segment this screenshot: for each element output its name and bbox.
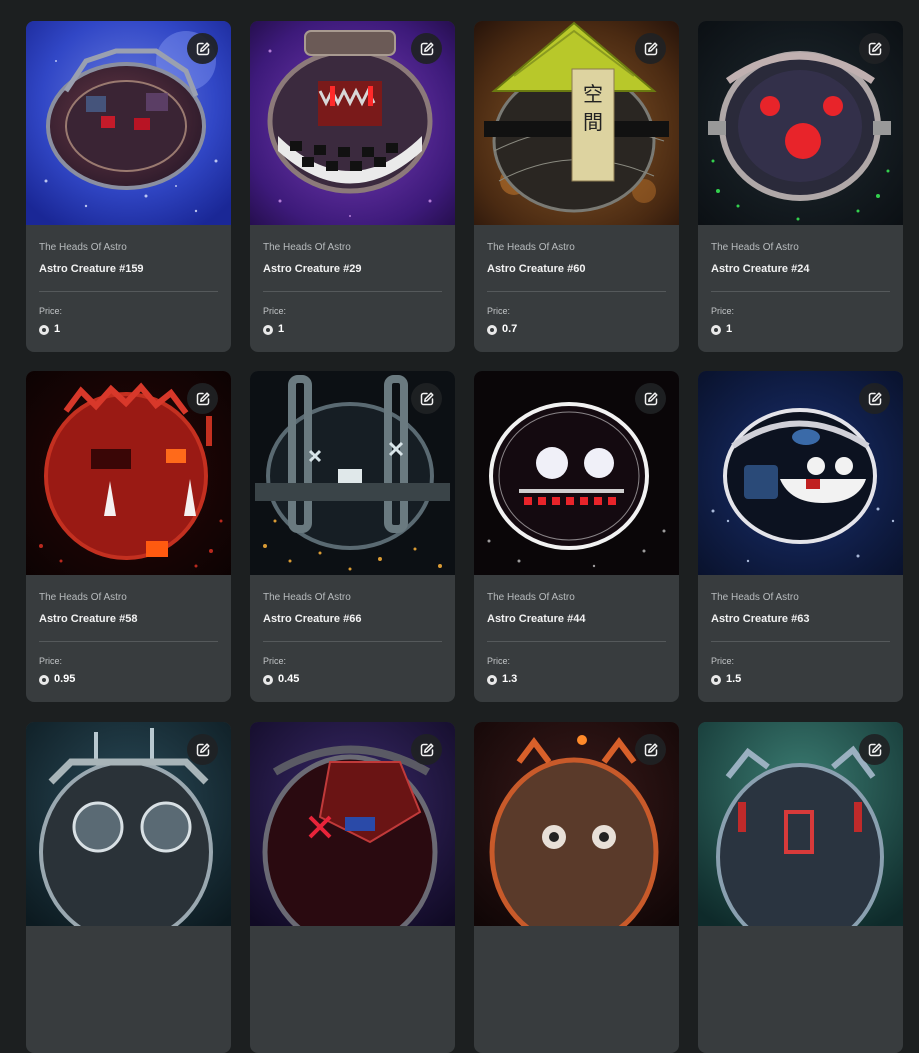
price-label: Price: [711,656,735,666]
coin-icon [711,674,721,685]
nft-title[interactable]: Astro Creature #63 [711,613,890,626]
price-value: 1.3 [502,673,518,685]
price-value: 0.45 [278,673,300,685]
price-value: 0.7 [502,323,518,335]
edit-button[interactable] [859,383,890,414]
price-value: 1 [54,323,61,335]
edit-button[interactable] [187,734,218,765]
collection-name: The Heads Of Astro [711,242,799,253]
edit-button[interactable] [187,33,218,64]
nft-card[interactable] [474,722,679,1053]
nft-card[interactable]: The Heads Of Astro Astro Creature #66 Pr… [250,371,455,702]
coin-icon [39,674,49,685]
divider [711,641,890,642]
edit-icon [196,742,210,756]
edit-button[interactable] [859,33,890,64]
price-label: Price: [711,306,735,316]
nft-card[interactable]: The Heads Of Astro Astro Creature #159 P… [26,21,231,352]
price: 0.7 [487,323,666,336]
nft-card[interactable]: The Heads Of Astro Astro Creature #44 Pr… [474,371,679,702]
coin-icon [263,674,273,685]
edit-button[interactable] [635,33,666,64]
divider [263,291,442,292]
nft-grid: The Heads Of Astro Astro Creature #159 P… [0,0,919,1053]
collection-name: The Heads Of Astro [39,242,127,253]
nft-title[interactable]: Astro Creature #66 [263,613,442,626]
collection-name: The Heads Of Astro [39,592,127,603]
price: 1.5 [711,673,890,686]
nft-card[interactable] [698,722,903,1053]
coin-icon [711,324,721,335]
price-label: Price: [39,306,63,316]
edit-button[interactable] [411,734,442,765]
edit-button[interactable] [187,383,218,414]
divider [487,641,666,642]
divider [263,641,442,642]
nft-card[interactable] [250,722,455,1053]
nft-card[interactable]: The Heads Of Astro Astro Creature #29 Pr… [250,21,455,352]
nft-card[interactable]: The Heads Of Astro Astro Creature #24 Pr… [698,21,903,352]
edit-icon [644,742,658,756]
price: 1 [711,323,890,336]
edit-icon [420,391,434,405]
price-value: 1.5 [726,673,742,685]
edit-icon [196,41,210,55]
divider [711,291,890,292]
price-label: Price: [263,306,287,316]
collection-name: The Heads Of Astro [487,242,575,253]
coin-icon [263,324,273,335]
coin-icon [39,324,49,335]
price-value: 1 [726,323,733,335]
collection-name: The Heads Of Astro [263,592,351,603]
nft-card[interactable]: The Heads Of Astro Astro Creature #58 Pr… [26,371,231,702]
divider [39,641,218,642]
edit-button[interactable] [859,734,890,765]
price-label: Price: [263,656,287,666]
nft-title[interactable]: Astro Creature #60 [487,263,666,276]
collection-name: The Heads Of Astro [263,242,351,253]
edit-button[interactable] [411,33,442,64]
edit-icon [644,391,658,405]
price: 1 [39,323,218,336]
price-value: 1 [278,323,285,335]
price-label: Price: [487,656,511,666]
price: 0.95 [39,673,218,686]
divider [487,291,666,292]
nft-title[interactable]: Astro Creature #24 [711,263,890,276]
nft-title[interactable]: Astro Creature #44 [487,613,666,626]
price-value: 0.95 [54,673,76,685]
edit-icon [196,391,210,405]
svg-text:間: 間 [583,110,603,134]
price-label: Price: [39,656,63,666]
edit-icon [868,41,882,55]
price-label: Price: [487,306,511,316]
svg-text:空: 空 [583,82,603,106]
edit-button[interactable] [411,383,442,414]
edit-button[interactable] [635,734,666,765]
price: 0.45 [263,673,442,686]
nft-title[interactable]: Astro Creature #159 [39,263,218,276]
nft-card[interactable] [26,722,231,1053]
edit-icon [868,391,882,405]
coin-icon [487,324,497,335]
nft-card[interactable]: 空 間 The Heads Of Astro Astro Creature #6… [474,21,679,352]
price: 1 [263,323,442,336]
divider [39,291,218,292]
collection-name: The Heads Of Astro [487,592,575,603]
edit-icon [644,41,658,55]
coin-icon [487,674,497,685]
edit-icon [868,742,882,756]
nft-card[interactable]: The Heads Of Astro Astro Creature #63 Pr… [698,371,903,702]
nft-title[interactable]: Astro Creature #29 [263,263,442,276]
nft-title[interactable]: Astro Creature #58 [39,613,218,626]
edit-icon [420,742,434,756]
edit-icon [420,41,434,55]
edit-button[interactable] [635,383,666,414]
collection-name: The Heads Of Astro [711,592,799,603]
price: 1.3 [487,673,666,686]
